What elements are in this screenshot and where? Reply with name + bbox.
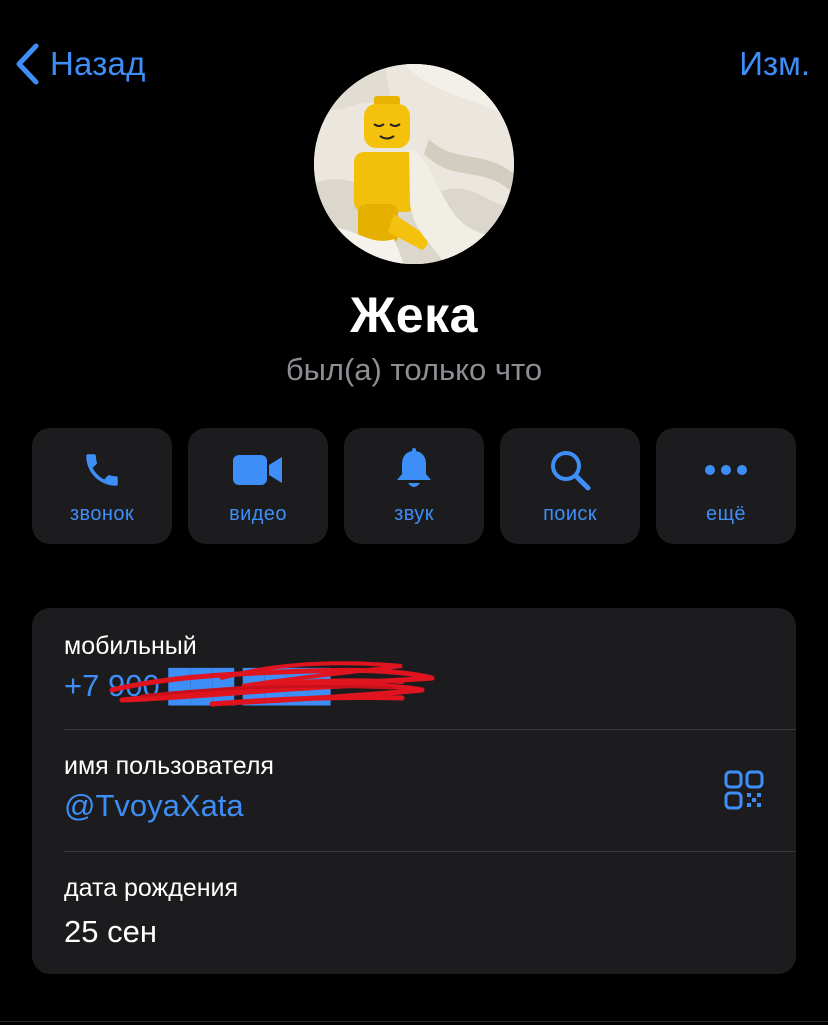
bottom-divider xyxy=(0,1021,828,1022)
edit-button[interactable]: Изм. xyxy=(739,40,810,88)
video-camera-icon xyxy=(233,455,282,485)
profile-status: был(а) только что xyxy=(285,352,543,387)
username-row[interactable]: имя пользователя @TvoyaXata xyxy=(32,730,796,851)
phone-value[interactable]: +7 900 ███ ████ xyxy=(64,668,331,704)
more-button[interactable]: ещё xyxy=(656,428,796,544)
call-label: звонок xyxy=(69,503,134,525)
profile-name: Жека xyxy=(350,287,478,343)
search-icon xyxy=(551,451,591,491)
birthday-row[interactable]: дата рождения 25 сен xyxy=(32,852,796,974)
phone-label: мобильный xyxy=(64,632,197,660)
bell-icon-wrap xyxy=(394,448,434,492)
sound-button[interactable]: звук xyxy=(344,428,484,544)
phone-icon xyxy=(86,454,118,486)
search-button[interactable]: поиск xyxy=(500,428,640,544)
call-button[interactable]: звонок xyxy=(32,428,172,544)
video-button[interactable]: видео xyxy=(188,428,328,544)
bell-icon xyxy=(397,448,431,487)
phone-icon-wrap xyxy=(81,448,123,492)
username-label: имя пользователя xyxy=(64,752,274,780)
more-icon-wrap xyxy=(704,448,748,492)
sound-label: звук xyxy=(394,503,434,525)
birthday-label: дата рождения xyxy=(64,874,239,902)
qr-code-button[interactable] xyxy=(724,770,764,810)
back-button[interactable]: Назад xyxy=(14,40,146,88)
video-label: видео xyxy=(229,503,287,525)
search-label: поиск xyxy=(543,503,597,525)
search-icon-wrap xyxy=(548,448,592,492)
back-label: Назад xyxy=(50,45,146,82)
action-buttons: звонок видео звук поиск ещё xyxy=(32,428,796,544)
phone-row[interactable]: мобильный +7 900 ███ ████ xyxy=(32,608,796,729)
chevron-left-icon xyxy=(16,43,39,85)
more-label: ещё xyxy=(706,503,746,525)
birthday-value: 25 сен xyxy=(64,914,157,949)
more-dots-icon xyxy=(705,465,747,475)
contact-info-card: мобильный +7 900 ███ ████ имя пользовате… xyxy=(32,608,796,974)
username-value[interactable]: @TvoyaXata xyxy=(64,788,244,824)
avatar[interactable] xyxy=(314,64,514,264)
video-icon-wrap xyxy=(232,448,284,492)
qr-code-icon xyxy=(724,770,764,810)
lego-figure-avatar xyxy=(314,64,514,264)
